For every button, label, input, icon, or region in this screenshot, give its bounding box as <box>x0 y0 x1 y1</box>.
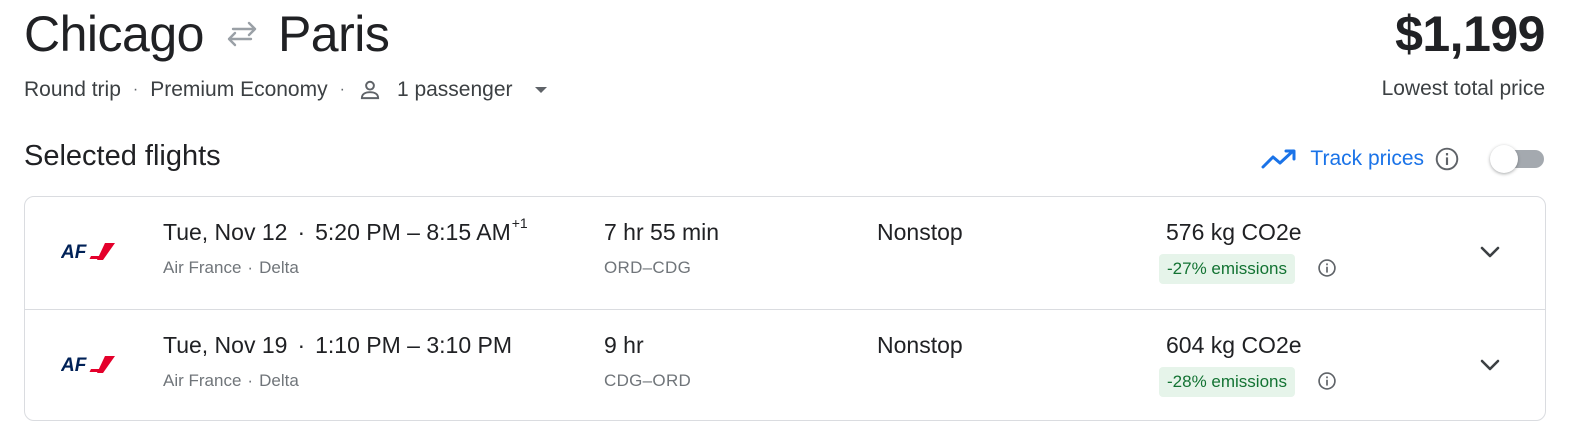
person-icon <box>357 77 383 103</box>
flight-date: Tue, Nov 12 <box>163 219 288 245</box>
co2-emissions: 604 kg CO2e <box>1166 332 1302 358</box>
trip-type[interactable]: Round trip <box>24 78 121 102</box>
carriers: Air France · Delta <box>163 258 299 278</box>
stops: Nonstop <box>877 332 963 358</box>
flight-duration: 7 hr 55 min <box>604 219 720 245</box>
departure-time: 1:10 PM <box>315 332 401 358</box>
separator-dot: · <box>132 81 139 98</box>
route-header: Chicago Paris <box>24 4 390 64</box>
departure-time: 5:20 PM <box>315 219 401 245</box>
chevron-down-icon[interactable] <box>1473 348 1507 382</box>
flight-date: Tue, Nov 19 <box>163 332 288 358</box>
air-france-logo: AF <box>60 240 117 263</box>
svg-text:AF: AF <box>61 242 88 262</box>
caret-down-icon[interactable] <box>533 85 549 95</box>
track-prices: Track prices <box>1260 140 1546 178</box>
separator-dot: · <box>247 371 254 390</box>
trending-up-icon <box>1260 147 1298 171</box>
airline-name: Air France <box>163 371 242 390</box>
stops: Nonstop <box>877 219 963 245</box>
arrival-time: 3:10 PM <box>426 332 512 358</box>
price-caption: Lowest total price <box>1381 77 1545 100</box>
total-price: $1,199 <box>1395 6 1545 62</box>
arrival-time: 8:15 AM <box>426 219 511 245</box>
partner-airline: Delta <box>259 258 299 277</box>
carriers: Air France · Delta <box>163 371 299 391</box>
separator-dot: · <box>339 81 345 98</box>
flight-times: Tue, Nov 19 · 1:10 PM – 3:10 PM <box>163 332 512 358</box>
info-icon[interactable] <box>1317 371 1337 391</box>
airline-name: Air France <box>163 258 242 277</box>
info-icon[interactable] <box>1317 258 1337 278</box>
flight-duration: 9 hr <box>604 332 644 358</box>
flight-route: ORD–CDG <box>604 258 692 277</box>
co2-emissions: 576 kg CO2e <box>1166 219 1302 245</box>
separator-dot: · <box>297 332 306 358</box>
trip-options: Round trip · Premium Economy · 1 passeng… <box>24 76 549 104</box>
track-prices-toggle[interactable] <box>1490 144 1546 174</box>
flight-route: CDG–ORD <box>604 371 692 390</box>
passenger-count[interactable]: 1 passenger <box>397 78 513 102</box>
toggle-knob <box>1490 145 1518 173</box>
emissions-badge: -27% emissions <box>1159 254 1295 284</box>
air-france-logo: AF <box>60 353 117 376</box>
svg-text:AF: AF <box>61 355 88 375</box>
day-offset: +1 <box>511 215 528 231</box>
swap-arrows-icon <box>220 4 264 64</box>
cabin-class[interactable]: Premium Economy <box>150 78 327 102</box>
selected-flights-list: AF Tue, Nov 12 · 5:20 PM – 8:15 AM+1 Air F… <box>24 196 1546 421</box>
flight-times: Tue, Nov 12 · 5:20 PM – 8:15 AM+1 <box>163 215 528 245</box>
info-icon[interactable] <box>1434 146 1460 172</box>
emissions-badge: -28% emissions <box>1159 367 1295 397</box>
track-prices-label[interactable]: Track prices <box>1310 147 1424 171</box>
separator-dot: · <box>297 219 306 245</box>
destination-city: Paris <box>277 6 390 62</box>
flight-row[interactable]: AF Tue, Nov 19 · 1:10 PM – 3:10 PM Air Fra… <box>25 309 1545 420</box>
partner-airline: Delta <box>259 371 299 390</box>
section-title: Selected flights <box>24 140 221 172</box>
flight-row[interactable]: AF Tue, Nov 12 · 5:20 PM – 8:15 AM+1 Air F… <box>25 197 1545 309</box>
separator-dot: · <box>247 258 254 277</box>
chevron-down-icon[interactable] <box>1473 235 1507 269</box>
origin-city: Chicago <box>24 6 204 62</box>
